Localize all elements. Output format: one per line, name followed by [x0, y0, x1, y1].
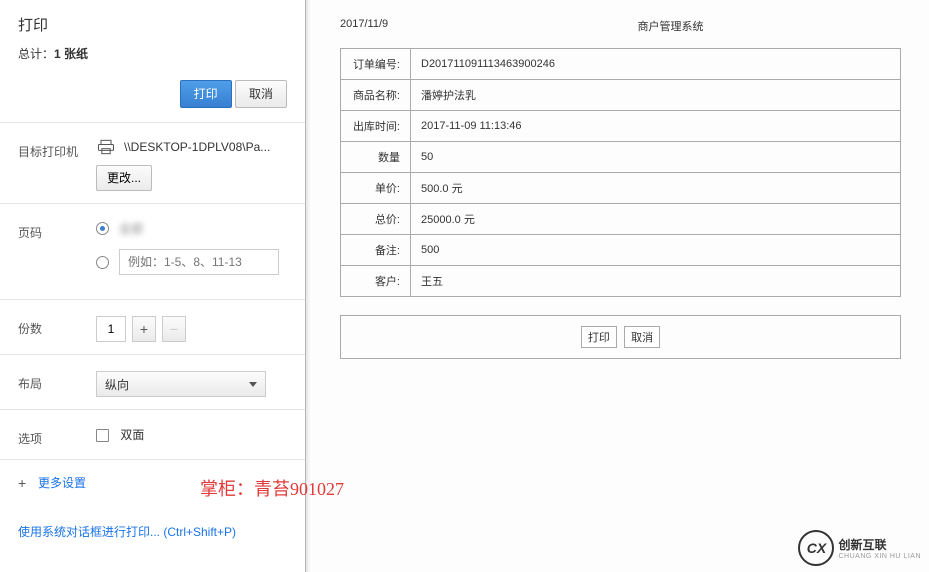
pages-custom-input[interactable] [119, 249, 279, 275]
copies-label: 份数 [18, 316, 96, 337]
change-printer-button[interactable]: 更改... [96, 165, 152, 191]
print-preview: 2017/11/9 商户管理系统 订单编号:D20171109111346390… [312, 0, 929, 572]
copies-section: 份数 + − [0, 300, 305, 354]
label-out-time: 出库时间: [341, 111, 411, 142]
table-row: 单价:500.0 元 [341, 173, 901, 204]
brand-icon: CX [798, 530, 834, 566]
printer-name: \\DESKTOP-1DPLV08\Pa... [124, 140, 270, 154]
subtotal-count: 1 张纸 [54, 47, 88, 61]
label-order-no: 订单编号: [341, 49, 411, 80]
cancel-button[interactable]: 取消 [235, 80, 287, 108]
printer-section: 目标打印机 \\DESKTOP-1DPLV08\Pa... 更改... [0, 123, 305, 203]
table-row: 总价:25000.0 元 [341, 204, 901, 235]
value-out-time: 2017-11-09 11:13:46 [411, 111, 901, 142]
label-qty: 数量 [341, 142, 411, 173]
chevron-down-icon [249, 382, 257, 387]
dialog-actions: 打印 取消 [0, 72, 305, 122]
pages-radio-all[interactable] [96, 222, 109, 235]
pages-section: 页码 全部 [0, 204, 305, 299]
table-row: 客户:王五 [341, 266, 901, 297]
label-remark: 备注: [341, 235, 411, 266]
dialog-header: 打印 总计：1 张纸 [0, 0, 305, 72]
copies-decrement[interactable]: − [162, 316, 186, 342]
preview-cancel-button[interactable]: 取消 [624, 326, 660, 348]
table-row: 订单编号:D201711091113463900246 [341, 49, 901, 80]
table-row: 出库时间:2017-11-09 11:13:46 [341, 111, 901, 142]
pages-all-label: 全部 [119, 220, 143, 237]
table-row: 备注:500 [341, 235, 901, 266]
layout-label: 布局 [18, 371, 96, 392]
system-dialog-link[interactable]: 使用系统对话框进行打印... (Ctrl+Shift+P) [18, 525, 236, 539]
brand-name: 创新互联 [838, 538, 886, 552]
preview-header: 2017/11/9 商户管理系统 [340, 18, 901, 34]
system-dialog-row: 使用系统对话框进行打印... (Ctrl+Shift+P) [0, 505, 305, 558]
layout-selected: 纵向 [105, 376, 129, 393]
preview-actions: 打印 取消 [340, 315, 901, 359]
label-product: 商品名称: [341, 80, 411, 111]
plus-icon: + [18, 475, 38, 491]
label-customer: 客户: [341, 266, 411, 297]
value-order-no: D201711091113463900246 [411, 49, 901, 80]
printer-row: \\DESKTOP-1DPLV08\Pa... [96, 139, 287, 155]
label-total: 总价: [341, 204, 411, 235]
pages-label: 页码 [18, 220, 96, 241]
brand-sub: CHUANG XIN HU LIAN [838, 553, 921, 560]
preview-title: 商户管理系统 [540, 18, 801, 34]
print-button[interactable]: 打印 [180, 80, 232, 108]
copies-input[interactable] [96, 316, 126, 342]
subtotal: 总计：1 张纸 [18, 45, 287, 62]
value-total: 25000.0 元 [411, 204, 901, 235]
value-product: 潘婷护法乳 [411, 80, 901, 111]
subtotal-prefix: 总计： [18, 47, 54, 61]
label-price: 单价: [341, 173, 411, 204]
order-table: 订单编号:D201711091113463900246 商品名称:潘婷护法乳 出… [340, 48, 901, 297]
value-customer: 王五 [411, 266, 901, 297]
preview-print-button[interactable]: 打印 [581, 326, 617, 348]
duplex-label: 双面 [120, 428, 144, 442]
pages-radio-custom[interactable] [96, 256, 109, 269]
duplex-checkbox[interactable] [96, 429, 109, 442]
dialog-title: 打印 [18, 14, 287, 35]
options-section: 选项 双面 [0, 410, 305, 459]
printer-label: 目标打印机 [18, 139, 96, 160]
layout-section: 布局 纵向 [0, 355, 305, 409]
options-label: 选项 [18, 426, 96, 447]
more-settings-label: 更多设置 [38, 474, 86, 491]
value-remark: 500 [411, 235, 901, 266]
printer-icon [96, 139, 116, 155]
preview-date: 2017/11/9 [340, 18, 540, 34]
table-row: 数量50 [341, 142, 901, 173]
table-row: 商品名称:潘婷护法乳 [341, 80, 901, 111]
value-qty: 50 [411, 142, 901, 173]
watermark-text: 掌柜：青苔901027 [200, 475, 344, 501]
copies-increment[interactable]: + [132, 316, 156, 342]
value-price: 500.0 元 [411, 173, 901, 204]
brand-logo: CX 创新互联 CHUANG XIN HU LIAN [798, 530, 921, 566]
layout-select[interactable]: 纵向 [96, 371, 266, 397]
